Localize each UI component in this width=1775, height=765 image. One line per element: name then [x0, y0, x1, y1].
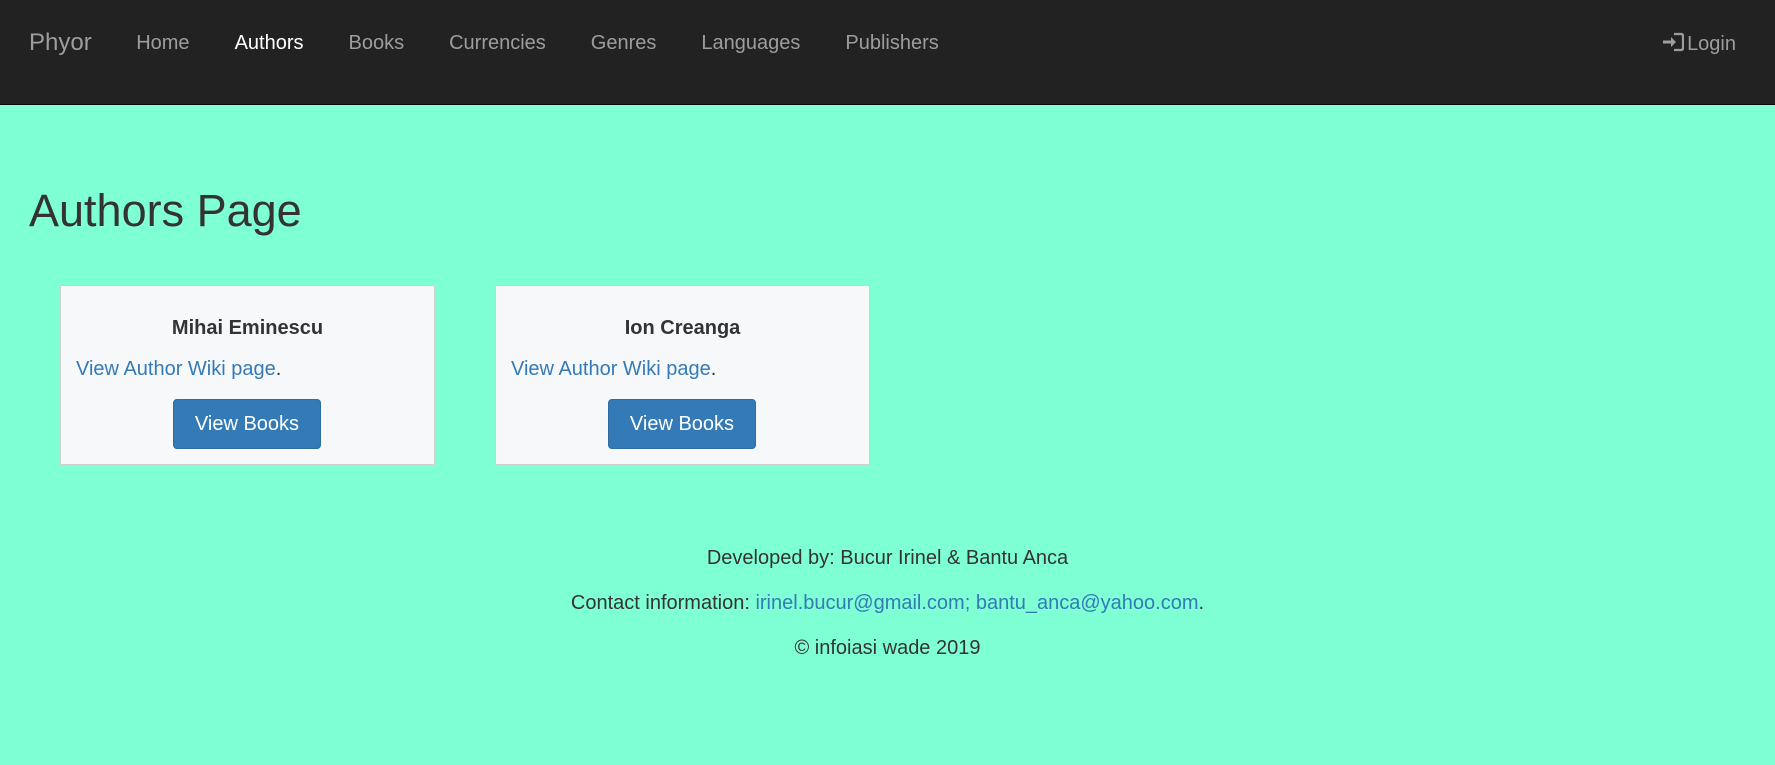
contact-label: Contact information:	[570, 592, 756, 614]
footer-contact: Contact information: irinel.bucur@gmail.…	[0, 593, 1775, 613]
author-card: Mihai Eminescu View Author Wiki page. Vi…	[60, 285, 435, 465]
wiki-suffix: .	[710, 358, 717, 380]
footer-copyright: © infoiasi wade 2019	[794, 637, 981, 659]
nav-item-home[interactable]: Home	[114, 33, 212, 53]
nav-item-authors[interactable]: Authors	[212, 33, 326, 53]
author-wiki-link[interactable]: View Author Wiki page	[76, 358, 276, 380]
author-wiki-link[interactable]: View Author Wiki page	[511, 358, 711, 380]
author-name: Ion Creanga	[624, 317, 741, 339]
nav-item-publishers[interactable]: Publishers	[823, 33, 961, 53]
brand-logo[interactable]: Phyor	[29, 31, 92, 55]
page-title: Authors Page	[29, 185, 302, 236]
nav-item-languages[interactable]: Languages	[679, 33, 823, 53]
nav-menu: Home Authors Books Currencies Genres Lan…	[114, 33, 962, 53]
contact-suffix: .	[1198, 592, 1205, 614]
footer-developed-by: Developed by: Bucur Irinel & Bantu Anca	[706, 547, 1069, 569]
nav-item-currencies[interactable]: Currencies	[427, 33, 569, 53]
wiki-suffix: .	[275, 358, 282, 380]
author-name: Mihai Eminescu	[171, 317, 324, 339]
top-navbar: Phyor Home Authors Books Currencies Genr…	[0, 0, 1775, 105]
view-books-button[interactable]: View Books	[608, 399, 756, 449]
author-wiki-line: View Author Wiki page.	[511, 359, 716, 379]
author-card: Ion Creanga View Author Wiki page. View …	[495, 285, 870, 465]
login-link[interactable]: Login	[1662, 32, 1736, 56]
sign-in-icon	[1662, 32, 1687, 56]
contact-emails-link[interactable]: irinel.bucur@gmail.com; bantu_anca@yahoo…	[755, 592, 1198, 614]
author-wiki-line: View Author Wiki page.	[76, 359, 281, 379]
nav-item-books[interactable]: Books	[326, 33, 427, 53]
login-label: Login	[1687, 33, 1736, 55]
nav-item-genres[interactable]: Genres	[568, 33, 679, 53]
view-books-button[interactable]: View Books	[173, 399, 321, 449]
